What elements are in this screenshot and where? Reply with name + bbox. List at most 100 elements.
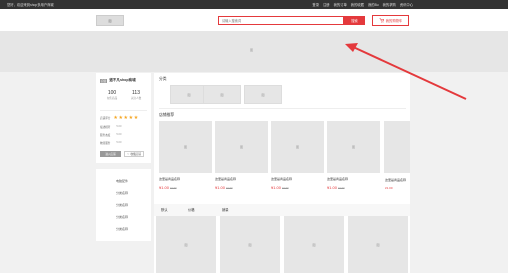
category-item[interactable]: 分类名称 bbox=[116, 215, 128, 219]
cart-icon bbox=[379, 18, 384, 23]
self-operated-badge: 自营 bbox=[100, 78, 108, 83]
category-item[interactable]: 分类名称 bbox=[116, 203, 128, 207]
shop-buttons: 进入店铺 ♡ 收藏店铺 bbox=[100, 151, 144, 157]
category-card: 电脑配件 分类名称 分类名称 分类名称 分类名称 bbox=[96, 169, 151, 241]
stat-followers: 113 关注人数 bbox=[131, 90, 141, 100]
product-original-price: ¥1.00 bbox=[282, 187, 289, 190]
cart-button[interactable]: 我的购物车 bbox=[372, 15, 409, 26]
category-image-placeholder: 图 bbox=[187, 92, 191, 97]
shop-heading: 自营 道不凡shop商城 bbox=[100, 78, 136, 83]
nav-login[interactable]: 登录 bbox=[312, 2, 319, 7]
nav-my-orders[interactable]: 我的订单 bbox=[334, 2, 347, 7]
rating-row: 店铺评分 ★★★★★ bbox=[100, 115, 139, 121]
top-nav: 登录 注册 我的订单 我的收藏 我的Bu 我的求购 资讯中心 bbox=[312, 2, 413, 7]
product-prices: ¥1.00¥1.00 bbox=[215, 185, 268, 190]
divider bbox=[159, 108, 406, 109]
stat-products: 100 在售商品 bbox=[107, 90, 117, 100]
product-grid-placeholder: 图 bbox=[184, 242, 188, 247]
product-image[interactable]: 图 bbox=[215, 121, 268, 173]
logo-placeholder-text: 图 bbox=[108, 18, 112, 23]
score-service: 服务态度 5.00 bbox=[100, 133, 121, 137]
shop-info-card: 自营 道不凡shop商城 100 在售商品 113 关注人数 店铺评分 ★★★★… bbox=[96, 73, 151, 163]
search-button[interactable]: 搜索 bbox=[344, 16, 365, 25]
product-grid-image[interactable]: 图 bbox=[220, 216, 280, 273]
product-name[interactable]: 这里是商品名称 bbox=[159, 177, 212, 181]
product-image-partial[interactable] bbox=[384, 121, 410, 173]
product-prices: ¥1.00¥1.00 bbox=[159, 185, 212, 190]
product-grid-image[interactable]: 图 bbox=[284, 216, 344, 273]
divider bbox=[100, 110, 147, 111]
product-price: ¥1.00 bbox=[215, 185, 226, 190]
product-price: ¥1.00 bbox=[159, 185, 170, 190]
product-name[interactable]: 这里是商品名称 bbox=[215, 177, 268, 181]
stat-products-label: 在售商品 bbox=[106, 97, 118, 100]
enter-shop-button[interactable]: 进入店铺 bbox=[100, 151, 121, 157]
product-name[interactable]: 这里是商品名称 bbox=[327, 177, 380, 181]
nav-my-bu[interactable]: 我的Bu bbox=[368, 2, 379, 7]
score-logistics: 物流服务 5.00 bbox=[100, 141, 121, 145]
score-label: 物流服务 bbox=[100, 142, 111, 145]
cart-label: 我的购物车 bbox=[385, 19, 403, 23]
product-grid-image[interactable]: 图 bbox=[156, 216, 216, 273]
product-grid-placeholder: 图 bbox=[312, 242, 316, 247]
product-image[interactable]: 图 bbox=[327, 121, 380, 173]
product-grid-placeholder: 图 bbox=[376, 242, 380, 247]
product-card[interactable]: 图 这里是商品名称 ¥1.00¥1.00 bbox=[271, 121, 324, 190]
category-image[interactable]: 图 bbox=[244, 85, 282, 104]
category-item[interactable]: 电脑配件 bbox=[116, 179, 128, 183]
product-image-placeholder: 图 bbox=[183, 145, 187, 149]
product-grid-image[interactable]: 图 bbox=[348, 216, 408, 273]
product-image[interactable]: 图 bbox=[271, 121, 324, 173]
category-item[interactable]: 分类名称 bbox=[116, 191, 128, 195]
score-label: 服务态度 bbox=[100, 134, 111, 137]
banner-placeholder: 图 bbox=[250, 48, 254, 52]
product-image[interactable]: 图 bbox=[159, 121, 212, 173]
product-image-placeholder: 图 bbox=[351, 145, 355, 149]
nav-register[interactable]: 注册 bbox=[323, 2, 330, 7]
category-section-title: 分类 bbox=[159, 77, 167, 81]
nav-my-requests[interactable]: 我的求购 bbox=[383, 2, 396, 7]
category-image-placeholder: 图 bbox=[261, 92, 265, 97]
favorite-shop-label: 收藏店铺 bbox=[130, 153, 141, 156]
product-card[interactable]: 图 这里是商品名称 ¥1.00¥1.00 bbox=[327, 121, 380, 190]
heart-icon: ♡ bbox=[127, 152, 130, 156]
nav-my-favorites[interactable]: 我的收藏 bbox=[351, 2, 364, 7]
product-card[interactable]: 图 这里是商品名称 ¥1.00¥1.00 bbox=[159, 121, 212, 190]
product-price: ¥1.00 bbox=[327, 185, 338, 190]
banner[interactable]: 图 bbox=[0, 31, 508, 72]
sort-sales-tab[interactable]: 销量 bbox=[222, 207, 229, 212]
shop-name: 道不凡shop商城 bbox=[109, 78, 136, 82]
score-value: 5.00 bbox=[116, 125, 122, 128]
product-original-price: ¥1.00 bbox=[170, 187, 177, 190]
category-image[interactable]: 图 bbox=[203, 85, 241, 104]
score-description: 描述相符 5.00 bbox=[100, 125, 121, 129]
product-price-partial: ¥1.00 bbox=[385, 186, 393, 190]
rating-label: 店铺评分 bbox=[100, 117, 111, 120]
product-image-placeholder: 图 bbox=[295, 145, 299, 149]
main-content: 分类 图 图 图 店铺推荐 图 这里是商品名称 ¥1.00¥1.00 图 这里是… bbox=[154, 73, 410, 273]
product-name-partial[interactable]: 这里是商品名称 bbox=[385, 178, 406, 182]
score-value: 5.00 bbox=[116, 141, 122, 144]
search-input[interactable] bbox=[218, 16, 344, 25]
sort-default-tab[interactable]: 默认 bbox=[161, 207, 168, 212]
favorite-shop-button[interactable]: ♡ 收藏店铺 bbox=[124, 151, 144, 157]
score-value: 5.00 bbox=[116, 133, 122, 136]
score-label: 描述相符 bbox=[100, 126, 111, 129]
nav-news-center[interactable]: 资讯中心 bbox=[400, 2, 413, 7]
product-prices: ¥1.00¥1.00 bbox=[327, 185, 380, 190]
header: 图 搜索 我的购物车 bbox=[0, 9, 508, 31]
logo-placeholder[interactable]: 图 bbox=[96, 15, 124, 26]
product-image-placeholder: 图 bbox=[239, 145, 243, 149]
product-card[interactable]: 图 这里是商品名称 ¥1.00¥1.00 bbox=[215, 121, 268, 190]
product-price: ¥1.00 bbox=[271, 185, 282, 190]
category-image-placeholder: 图 bbox=[220, 92, 224, 97]
shop-stats: 100 在售商品 113 关注人数 bbox=[100, 90, 148, 100]
star-rating: ★★★★★ bbox=[113, 115, 139, 121]
sort-bar: 默认 价格 销量 bbox=[154, 204, 410, 216]
sort-price-tab[interactable]: 价格 bbox=[188, 207, 195, 212]
product-grid-placeholder: 图 bbox=[248, 242, 252, 247]
category-item[interactable]: 分类名称 bbox=[116, 227, 128, 231]
product-name[interactable]: 这里是商品名称 bbox=[271, 177, 324, 181]
stat-followers-label: 关注人数 bbox=[130, 97, 142, 100]
product-original-price: ¥1.00 bbox=[338, 187, 345, 190]
